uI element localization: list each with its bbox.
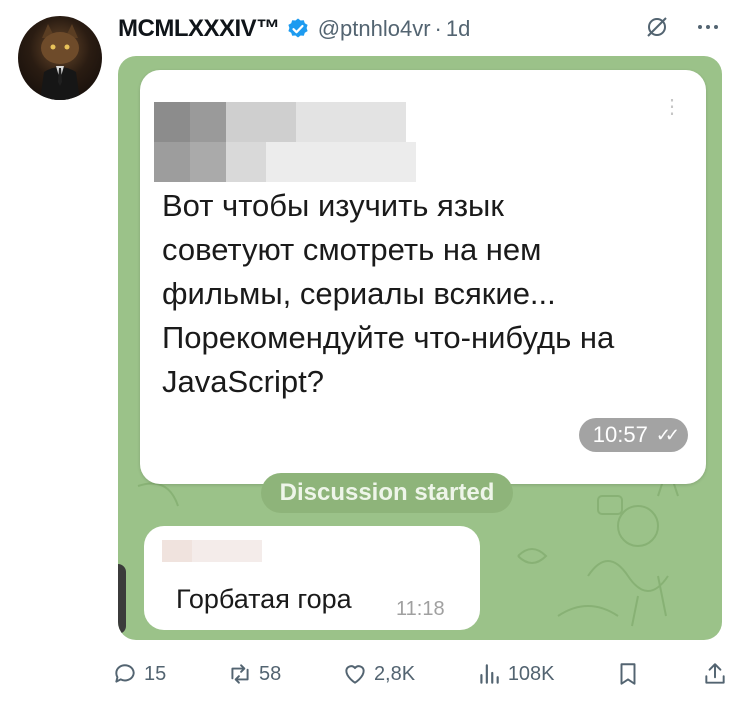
message-line: Порекомендуйте что-нибудь на <box>162 320 615 355</box>
separator-dot: · <box>434 16 442 41</box>
repost-button[interactable]: 58 <box>227 661 281 687</box>
more-icon[interactable] <box>696 15 720 44</box>
message-text: Вот чтобы изучить язык советуют смотреть… <box>162 184 682 404</box>
avatar[interactable] <box>18 16 102 100</box>
user-handle[interactable]: @ptnhlo4vr <box>318 16 431 42</box>
repost-icon <box>231 664 249 684</box>
reply-text: Горбатая гора <box>176 584 352 614</box>
like-count: 2,8K <box>373 662 416 685</box>
message-line: фильмы, сериалы всякие... <box>162 276 556 311</box>
bookmark-icon <box>620 663 636 685</box>
display-name[interactable]: MCMLXXXIV™ <box>118 15 280 43</box>
share-button[interactable] <box>702 661 728 687</box>
views-button[interactable]: 108K <box>476 661 555 687</box>
message-timestamp: 10:57 ✓✓ <box>578 418 688 452</box>
blurred-reply-sender <box>162 540 262 562</box>
message-menu-icon: ⋮ <box>662 96 682 118</box>
reply-time: 11:18 <box>396 598 445 620</box>
reply-avatar <box>118 564 126 634</box>
views-icon <box>480 664 499 684</box>
verified-badge-icon <box>288 18 308 38</box>
message-line: Вот чтобы изучить язык <box>162 188 504 223</box>
like-button[interactable]: 2,8K <box>342 661 415 687</box>
view-count: 108K <box>507 662 555 685</box>
reply-button[interactable]: 15 <box>112 661 166 687</box>
tweet-media-image[interactable]: ⋮ Вот чтобы изучить язык советуют смотре… <box>118 56 722 640</box>
reply-icon <box>115 664 135 683</box>
grok-icon[interactable] <box>644 14 670 45</box>
message-line: советуют смотреть на нем <box>162 232 542 267</box>
cat-avatar-image <box>40 24 80 100</box>
repost-count: 58 <box>258 662 282 685</box>
like-icon <box>345 665 365 684</box>
message-bubble: ⋮ Вот чтобы изучить язык советуют смотре… <box>140 70 706 484</box>
reply-bubble: Горбатая гора 11:18 <box>144 526 480 630</box>
tweet-time[interactable]: 1d <box>446 16 470 42</box>
tweet-action-bar: 15 58 2,8K 108K <box>112 656 728 692</box>
message-time: 10:57 <box>592 422 648 447</box>
share-icon <box>705 663 725 684</box>
read-checks-icon: ✓✓ <box>655 424 680 445</box>
message-line: JavaScript? <box>162 364 324 399</box>
header-actions <box>644 14 720 45</box>
system-message-pill: Discussion started <box>261 473 513 513</box>
blurred-sender-name <box>154 102 436 182</box>
reply-count: 15 <box>144 662 167 685</box>
bookmark-button[interactable] <box>615 661 641 687</box>
tweet-header: MCMLXXXIV™ @ptnhlo4vr · 1d <box>118 12 720 46</box>
